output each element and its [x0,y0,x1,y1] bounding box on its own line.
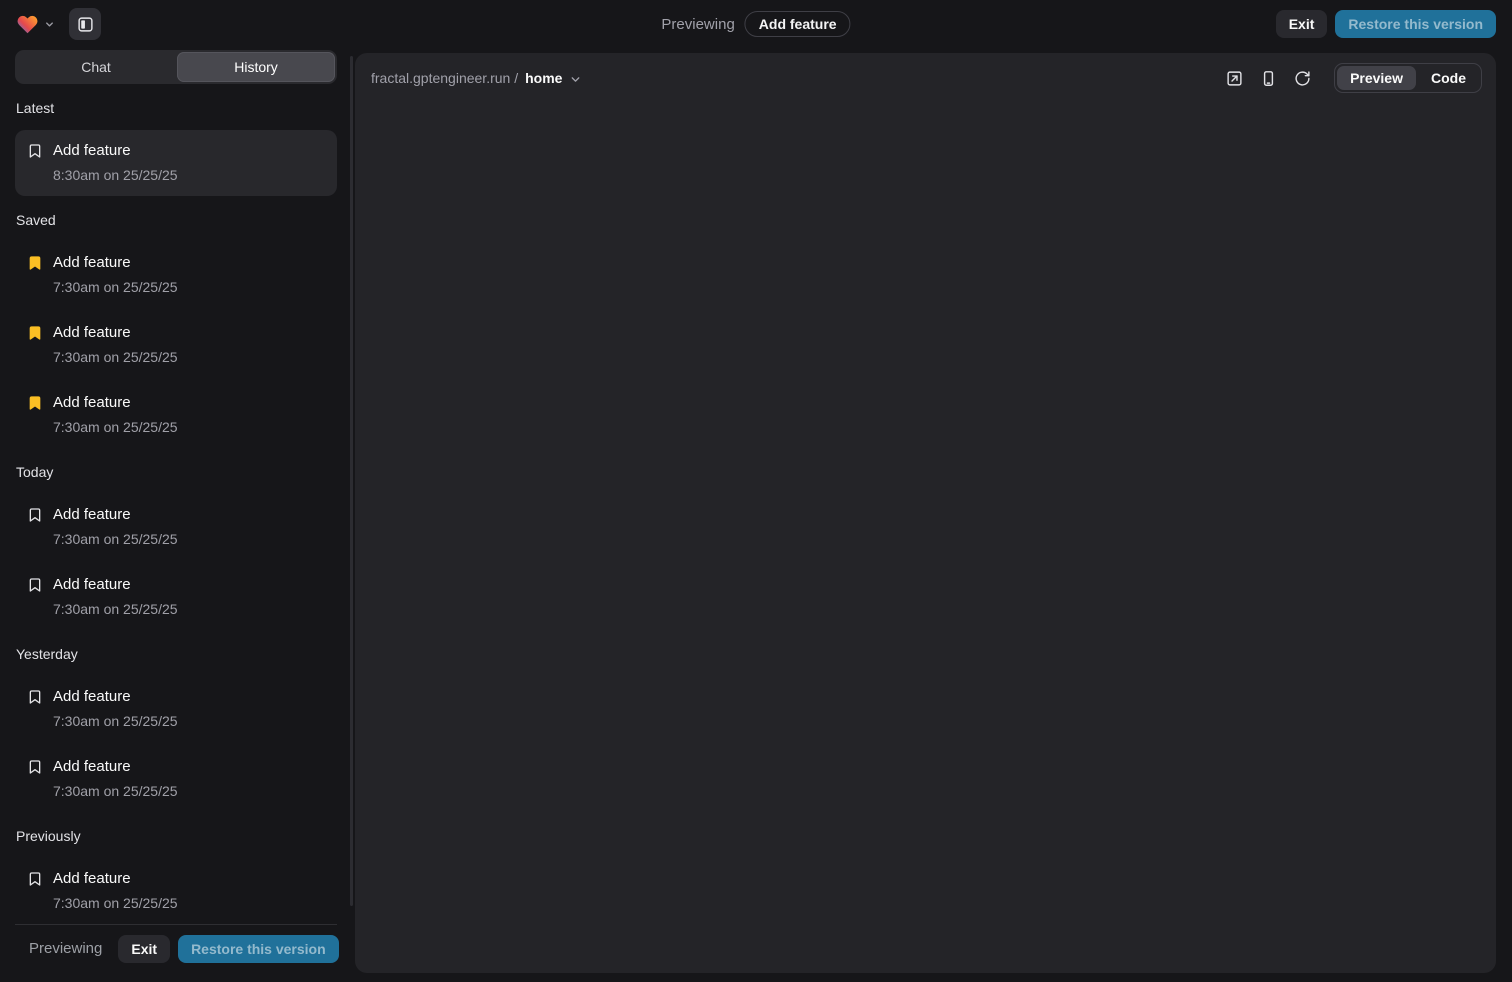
history-item[interactable]: Add feature 7:30am on 25/25/25 [15,382,337,448]
panel-left-icon [77,16,94,33]
history-item-title: Add feature [53,393,131,413]
footer-restore-button[interactable]: Restore this version [178,935,339,963]
section-label: Yesterday [16,646,336,662]
history-section: Latest Add feature 8:30am on 25/25/25 [15,100,337,196]
section-label: Today [16,464,336,480]
history-list[interactable]: Latest Add feature 8:30am on 25/25/25 Sa… [15,84,337,924]
open-in-new-icon [1226,70,1243,87]
history-item-title: Add feature [53,869,131,889]
history-item-title: Add feature [53,141,131,161]
history-item-time: 7:30am on 25/25/25 [53,599,325,619]
history-item[interactable]: Add feature 7:30am on 25/25/25 [15,494,337,560]
sidebar-tabs: Chat History [15,50,337,84]
section-label: Saved [16,212,336,228]
history-item[interactable]: Add feature 7:30am on 25/25/25 [15,676,337,742]
history-item-time: 7:30am on 25/25/25 [53,781,325,801]
section-label: Previously [16,828,336,844]
tab-chat[interactable]: Chat [17,52,175,82]
footer-exit-button[interactable]: Exit [118,935,170,963]
project-url-button[interactable]: fractal.gptengineer.run / home [371,70,582,86]
history-item-title: Add feature [53,687,131,707]
history-item[interactable]: Add feature 7:30am on 25/25/25 [15,564,337,630]
section-items: Add feature 7:30am on 25/25/25 Add featu… [15,858,337,924]
previewing-label: Previewing [661,16,734,33]
history-item-time: 7:30am on 25/25/25 [53,893,325,913]
url-prefix: fractal.gptengineer.run / [371,70,518,86]
history-item-time: 8:30am on 25/25/25 [53,165,325,185]
restore-version-button[interactable]: Restore this version [1335,10,1496,38]
view-toggle: Preview Code [1334,63,1482,93]
open-in-new-button[interactable] [1220,64,1248,92]
section-items: Add feature 7:30am on 25/25/25 Add featu… [15,676,337,812]
section-items: Add feature 8:30am on 25/25/25 [15,130,337,196]
sidebar-scrollbar[interactable] [350,56,353,906]
view-tab-code[interactable]: Code [1418,66,1479,90]
sidebar-footer: Previewing Exit Restore this version [15,924,337,974]
history-item-title: Add feature [53,323,131,343]
view-tab-preview[interactable]: Preview [1337,66,1416,90]
history-section: Previously Add feature 7:30am on 25/25/2… [15,828,337,924]
bookmark-icon [27,143,43,159]
section-items: Add feature 7:30am on 25/25/25 Add featu… [15,494,337,630]
url-page: home [525,70,562,86]
history-item-title: Add feature [53,505,131,525]
history-item-title: Add feature [53,253,131,273]
bookmark-icon [27,689,43,705]
refresh-icon [1294,70,1311,87]
url-chevron-down-icon [569,73,582,86]
sidebar-toggle-button[interactable] [69,8,101,40]
previewing-status: Previewing [29,940,102,957]
bookmark-icon [27,255,43,271]
history-item-time: 7:30am on 25/25/25 [53,417,325,437]
section-label: Latest [16,100,336,116]
history-section: Saved Add feature 7:30am on 25/25/25 Add… [15,212,337,448]
history-item[interactable]: Add feature 7:30am on 25/25/25 [15,242,337,308]
history-item[interactable]: Add feature 8:30am on 25/25/25 [15,130,337,196]
bookmark-icon [27,759,43,775]
history-item[interactable]: Add feature 7:30am on 25/25/25 [15,312,337,378]
version-badge: Add feature [745,11,851,37]
mobile-preview-icon [1260,70,1277,87]
preview-status-group: Previewing Add feature [661,11,850,37]
exit-button[interactable]: Exit [1276,10,1328,38]
history-item-time: 7:30am on 25/25/25 [53,347,325,367]
bookmark-icon [27,871,43,887]
preview-actions: Preview Code [1220,63,1482,93]
history-item-time: 7:30am on 25/25/25 [53,529,325,549]
logo-chevron-down-icon [44,19,55,30]
tab-history[interactable]: History [177,52,335,82]
history-section: Today Add feature 7:30am on 25/25/25 Add… [15,464,337,630]
history-item-time: 7:30am on 25/25/25 [53,277,325,297]
history-item-title: Add feature [53,757,131,777]
preview-panel-header: fractal.gptengineer.run / home [355,53,1496,97]
refresh-button[interactable] [1288,64,1316,92]
history-item[interactable]: Add feature 7:30am on 25/25/25 [15,858,337,924]
mobile-preview-button[interactable] [1254,64,1282,92]
bookmark-icon [27,507,43,523]
history-section: Yesterday Add feature 7:30am on 25/25/25… [15,646,337,812]
top-header: Previewing Add feature Exit Restore this… [0,0,1512,48]
history-sidebar: Chat History Latest Add feature 8:30am o… [15,50,337,974]
heart-gradient-icon[interactable] [16,14,39,35]
bookmark-icon [27,577,43,593]
history-item-title: Add feature [53,575,131,595]
bookmark-icon [27,325,43,341]
preview-panel: fractal.gptengineer.run / home [355,53,1496,973]
history-item[interactable]: Add feature 7:30am on 25/25/25 [15,746,337,812]
logo-group[interactable] [16,14,55,35]
history-item-time: 7:30am on 25/25/25 [53,711,325,731]
bookmark-icon [27,395,43,411]
section-items: Add feature 7:30am on 25/25/25 Add featu… [15,242,337,448]
